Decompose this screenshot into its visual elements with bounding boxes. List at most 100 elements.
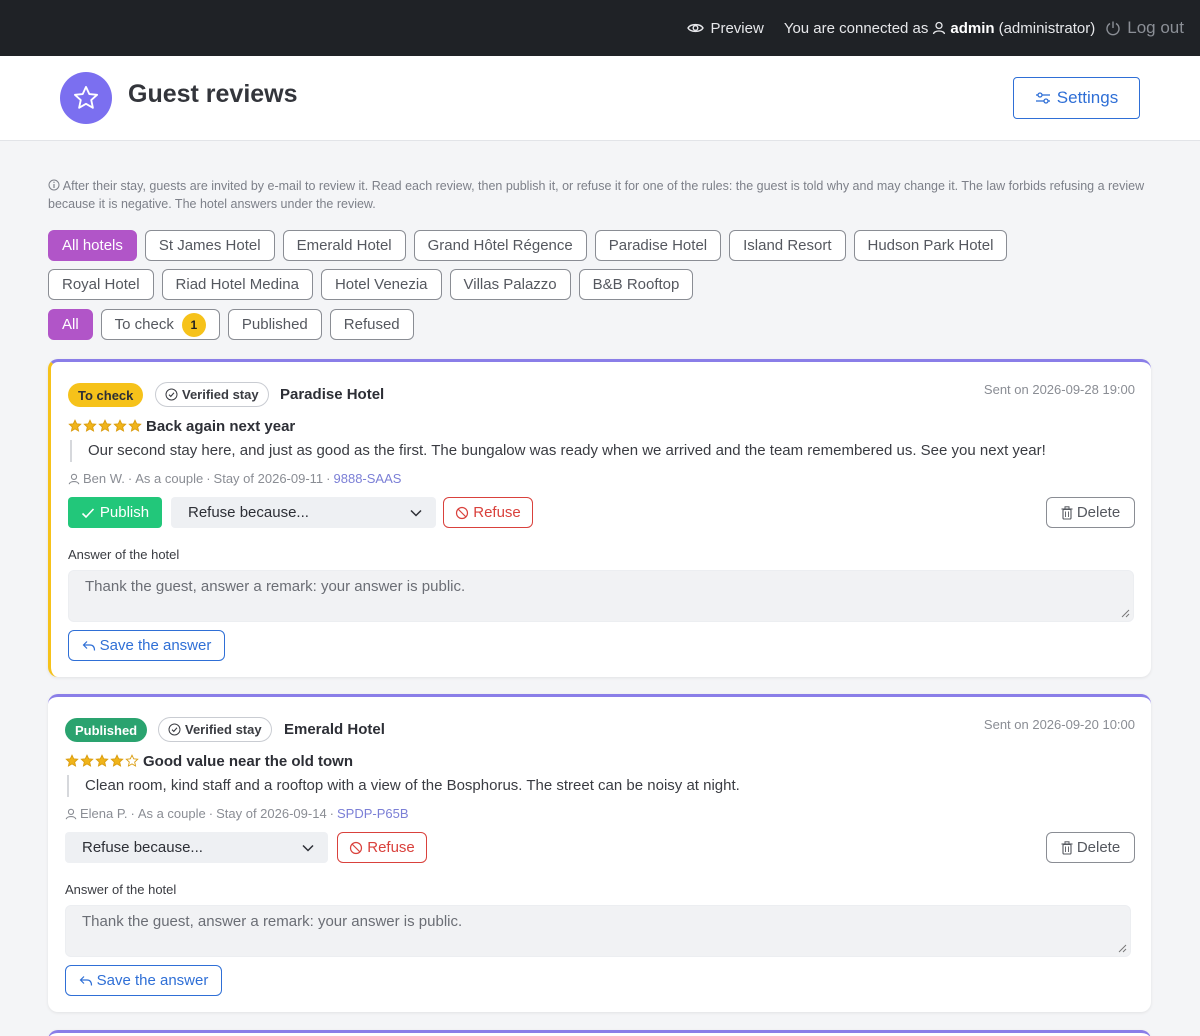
- chevron-down-icon: [410, 509, 422, 517]
- filter-status-published[interactable]: Published: [227, 309, 322, 340]
- filter-hotel[interactable]: Island Resort: [729, 230, 846, 261]
- filter-hotel[interactable]: Hudson Park Hotel: [853, 230, 1008, 261]
- info-notice: After their stay, guests are invited by …: [48, 177, 1148, 213]
- logout-button[interactable]: Log out: [1105, 18, 1184, 38]
- hotel-name: Paradise Hotel: [280, 386, 385, 403]
- resize-grip-icon: [1121, 609, 1130, 618]
- verified-badge: Verified stay: [155, 382, 269, 407]
- review-meta: Elena P. · As a couple · Stay of 2026-09-1…: [65, 806, 409, 821]
- logout-label: Log out: [1127, 18, 1184, 37]
- review-card: [48, 1030, 1151, 1036]
- settings-button[interactable]: Settings: [1013, 77, 1140, 119]
- save-answer-button[interactable]: Save the answer: [68, 630, 225, 661]
- delete-button[interactable]: Delete: [1046, 832, 1135, 863]
- check-icon: [81, 507, 94, 518]
- review-meta: Ben W. · As a couple · Stay of 2026-09-11 ·…: [68, 471, 401, 486]
- connected-prefix: You are connected as: [783, 19, 929, 37]
- review-card: Published Verified stay Emerald Hotel Se…: [48, 694, 1151, 1012]
- top-bar: Preview You are connected as admin (admi…: [0, 0, 1200, 56]
- connected-user: You are connected as admin (administrato…: [784, 20, 1095, 37]
- review-text: Clean room, kind staff and a rooftop wit…: [67, 775, 740, 797]
- filter-hotel[interactable]: Riad Hotel Medina: [161, 269, 313, 300]
- answer-placeholder: Thank the guest, answer a remark: your a…: [85, 578, 466, 595]
- info-text: After their stay, guests are invited by …: [48, 179, 1145, 211]
- filter-hotel[interactable]: Grand Hôtel Régence: [413, 230, 587, 261]
- refuse-reason-select[interactable]: Refuse because...: [171, 497, 436, 528]
- star-filled-icon: [95, 754, 109, 767]
- user-name: admin: [950, 19, 995, 37]
- star-filled-icon: [68, 419, 82, 432]
- trash-icon: [1061, 840, 1073, 855]
- star-empty-icon: [125, 754, 139, 767]
- reply-icon: [79, 975, 92, 986]
- party: As a couple: [137, 806, 206, 821]
- eye-icon: [687, 23, 705, 33]
- star-filled-icon: [128, 419, 142, 432]
- star-filled-icon: [80, 754, 94, 767]
- trash-icon: [1061, 505, 1073, 520]
- filter-hotel-all[interactable]: All hotels: [48, 230, 137, 261]
- user-icon: [65, 808, 77, 819]
- star-filled-icon: [98, 419, 112, 432]
- stay-date: Stay of 2026-09-11: [213, 471, 324, 486]
- verified-label: Verified stay: [185, 722, 262, 737]
- ban-icon: [456, 506, 469, 519]
- hotel-filters-row-2: Royal Hotel Riad Hotel Medina Hotel Vene…: [48, 269, 694, 300]
- user-icon: [933, 21, 946, 35]
- preview-link[interactable]: Preview: [687, 20, 764, 37]
- delete-label: Delete: [1076, 504, 1121, 521]
- author: Ben W.: [83, 471, 125, 486]
- booking-ref-link[interactable]: SPDP-P65B: [337, 806, 409, 821]
- answer-textarea[interactable]: Thank the guest, answer a remark: your a…: [65, 905, 1131, 957]
- reply-icon: [82, 640, 95, 651]
- review-card: To check Verified stay Paradise Hotel Se…: [48, 359, 1151, 677]
- settings-label: Settings: [1056, 88, 1119, 107]
- refuse-button[interactable]: Refuse: [337, 832, 427, 863]
- review-text: Our second stay here, and just as good a…: [70, 440, 1046, 462]
- answer-textarea[interactable]: Thank the guest, answer a remark: your a…: [68, 570, 1134, 622]
- filter-hotel[interactable]: Villas Palazzo: [449, 269, 571, 300]
- refuse-reason-value: Refuse because...: [188, 504, 309, 521]
- page-header: Guest reviews Settings: [0, 56, 1200, 141]
- booking-ref-link[interactable]: 9888-SAAS: [334, 471, 402, 486]
- page-title: Guest reviews: [128, 80, 298, 108]
- filter-status-all[interactable]: All: [48, 309, 93, 340]
- publish-button[interactable]: Publish: [68, 497, 162, 528]
- hotel-filters-row-1: All hotels St James Hotel Emerald Hotel …: [48, 230, 1008, 261]
- star-logo-icon: [60, 72, 112, 124]
- filter-hotel[interactable]: Hotel Venezia: [320, 269, 442, 300]
- filter-hotel[interactable]: St James Hotel: [144, 230, 275, 261]
- delete-button[interactable]: Delete: [1046, 497, 1135, 528]
- author: Elena P.: [80, 806, 128, 821]
- to-check-count-badge: 1: [181, 312, 206, 337]
- rating-stars: [68, 419, 142, 433]
- save-answer-label: Save the answer: [96, 972, 209, 989]
- answer-label: Answer of the hotel: [65, 882, 177, 897]
- refuse-label: Refuse: [367, 839, 415, 856]
- status-badge: Published: [65, 718, 148, 742]
- sliders-icon: [1035, 92, 1050, 104]
- verified-label: Verified stay: [182, 387, 259, 402]
- delete-label: Delete: [1076, 839, 1121, 856]
- refuse-reason-select[interactable]: Refuse because...: [65, 832, 328, 863]
- rating-stars: [65, 754, 139, 768]
- publish-label: Publish: [99, 504, 150, 521]
- user-role: (administrator): [998, 19, 1096, 37]
- save-answer-button[interactable]: Save the answer: [65, 965, 222, 996]
- resize-grip-icon: [1118, 944, 1127, 953]
- filter-hotel[interactable]: B&B Rooftop: [578, 269, 694, 300]
- filter-status-refused[interactable]: Refused: [329, 309, 414, 340]
- refuse-button[interactable]: Refuse: [443, 497, 533, 528]
- filter-hotel[interactable]: Emerald Hotel: [282, 230, 406, 261]
- check-circle-icon: [165, 388, 178, 401]
- filter-hotel[interactable]: Paradise Hotel: [594, 230, 722, 261]
- ban-icon: [350, 841, 363, 854]
- chevron-down-icon: [302, 844, 314, 852]
- verified-badge: Verified stay: [158, 717, 272, 742]
- check-circle-icon: [168, 723, 181, 736]
- filter-status-to-check[interactable]: To check 1: [100, 309, 220, 340]
- answer-label: Answer of the hotel: [68, 547, 180, 562]
- filter-hotel[interactable]: Royal Hotel: [48, 269, 154, 300]
- review-title: Good value near the old town: [143, 753, 354, 770]
- star-filled-icon: [113, 419, 127, 432]
